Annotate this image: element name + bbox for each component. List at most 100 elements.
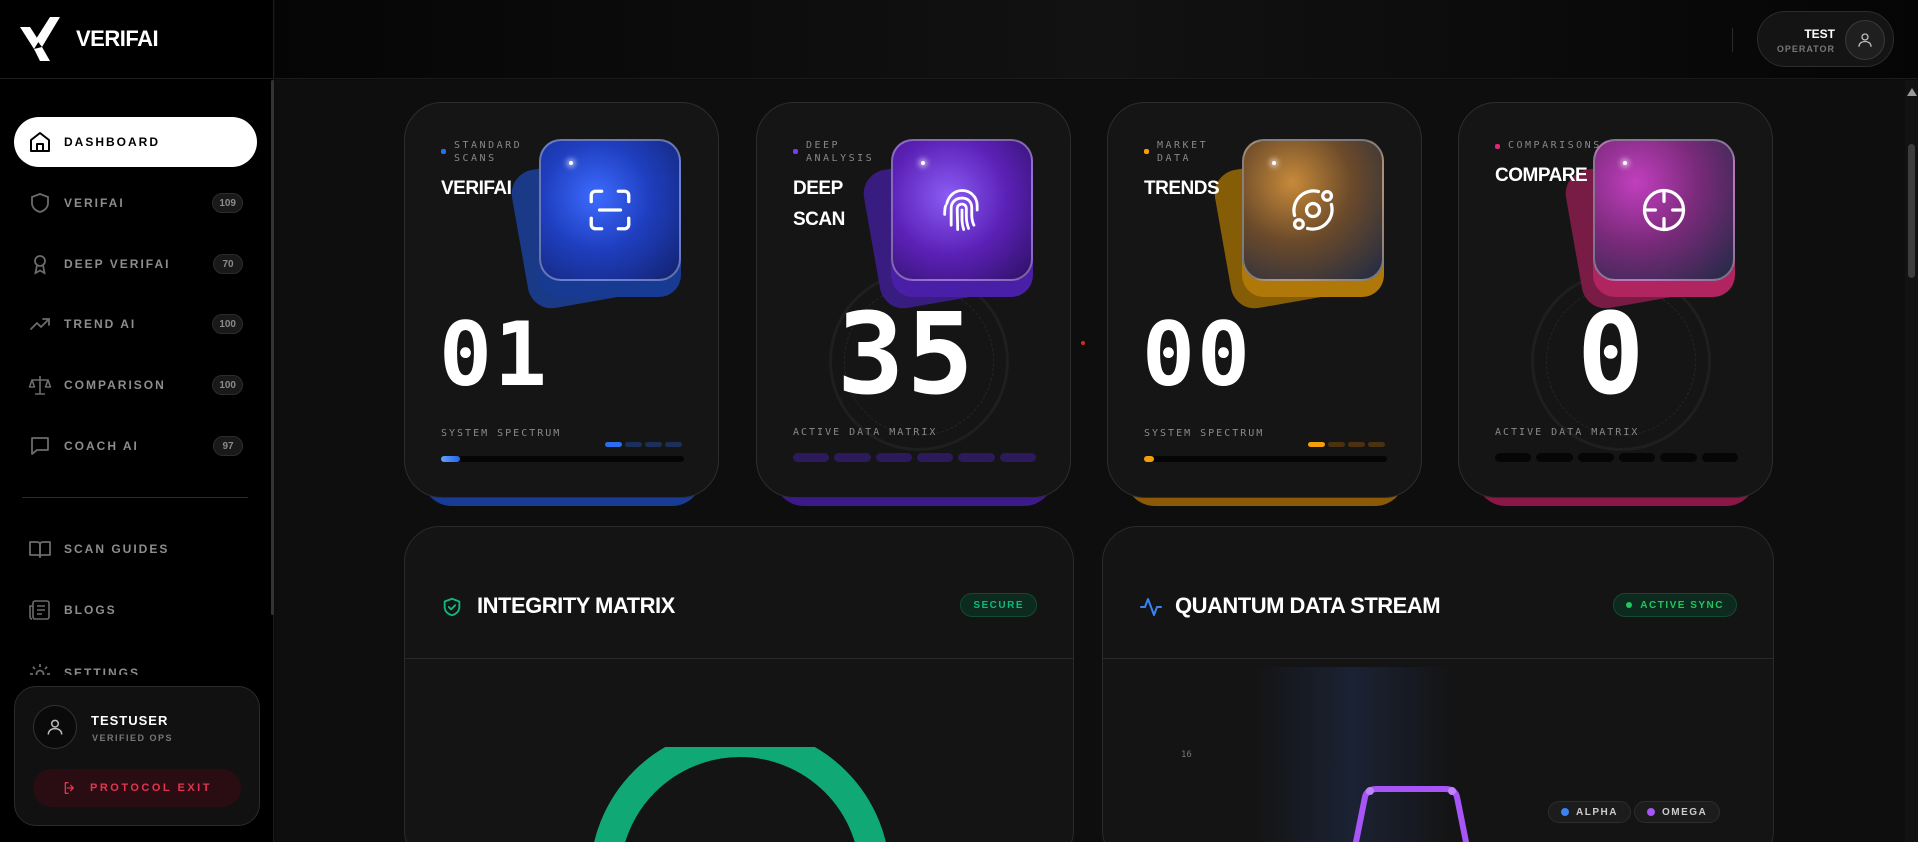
- sidebar-item-label: SCAN GUIDES: [64, 542, 170, 556]
- sidebar-item-trend-ai[interactable]: TREND AI 100: [14, 299, 257, 349]
- card-body: COMPARISONS COMPARE 0 ACTIVE DATA MATRIX: [1458, 102, 1773, 498]
- panel-header: INTEGRITY MATRIX SECURE: [405, 527, 1073, 659]
- shield-icon: [31, 193, 49, 213]
- count-badge: 97: [213, 436, 243, 456]
- omega-point: [1366, 787, 1374, 795]
- stat-title: TRENDS: [1144, 178, 1220, 199]
- book-icon: [29, 541, 51, 558]
- live-dot: [1626, 602, 1633, 608]
- stat-title: VERIFAI: [441, 178, 512, 199]
- legend-label: OMEGA: [1662, 806, 1708, 818]
- scan-frame-icon: [589, 189, 631, 231]
- orbit-icon: [1292, 189, 1334, 231]
- sidebar-item-verifai[interactable]: VERIFAI 109: [14, 178, 257, 228]
- fingerprint-icon: [943, 189, 979, 231]
- scan-tile: [1242, 139, 1384, 281]
- protocol-exit-label: PROTOCOL EXIT: [90, 782, 212, 794]
- sidebar-item-dashboard[interactable]: DASHBOARD: [14, 117, 257, 167]
- newspaper-icon: [29, 600, 50, 620]
- category-dot: [1495, 144, 1500, 149]
- operator-role: OPERATOR: [1776, 44, 1835, 54]
- operator-profile-button[interactable]: TEST OPERATOR: [1757, 11, 1894, 67]
- main-content: STANDARD SCANS VERIFAI 01 SYSTEM SPECTRU…: [275, 80, 1918, 842]
- home-icon: [30, 132, 50, 152]
- status-badge: SECURE: [960, 593, 1037, 617]
- user-card: TESTUSER VERIFIED OPS PROTOCOL EXIT: [14, 686, 260, 826]
- avatar[interactable]: [33, 705, 77, 749]
- topbar: [275, 0, 1918, 79]
- scale-icon: [28, 376, 52, 395]
- quantum-data-stream-panel: QUANTUM DATA STREAM ACTIVE SYNC 16: [1102, 526, 1774, 842]
- sidebar-item-comparison[interactable]: COMPARISON 100: [14, 360, 257, 410]
- stat-category: MARKET DATA: [1157, 140, 1209, 164]
- count-badge: 70: [213, 254, 243, 274]
- progress-fill: [441, 456, 461, 462]
- verifai-logo-icon: [20, 17, 60, 61]
- message-icon: [31, 437, 49, 455]
- sidebar-divider: [22, 497, 248, 498]
- spectrum-progress-bar: [441, 456, 684, 462]
- tile-spark: [1272, 161, 1276, 165]
- stat-card-trends[interactable]: MARKET DATA TRENDS 00 SYSTEM SPECTRUM: [1107, 102, 1422, 506]
- category-dot: [441, 149, 446, 154]
- award-icon: [34, 255, 46, 275]
- operator-name: TEST: [1804, 27, 1835, 41]
- sidebar-item-label: SETTINGS: [64, 666, 141, 675]
- stat-card-verifai[interactable]: STANDARD SCANS VERIFAI 01 SYSTEM SPECTRU…: [404, 102, 719, 506]
- sidebar-item-label: TREND AI: [64, 317, 137, 331]
- scrollbar-thumb[interactable]: [1908, 144, 1915, 278]
- count-badge: 100: [212, 375, 243, 395]
- legend-swatch: [1561, 808, 1569, 816]
- legend-item-alpha[interactable]: ALPHA: [1548, 801, 1631, 823]
- crosshair-icon: [1642, 188, 1686, 232]
- user-name: TESTUSER: [91, 713, 169, 728]
- card-body: STANDARD SCANS VERIFAI 01 SYSTEM SPECTRU…: [404, 102, 719, 498]
- sidebar-item-settings[interactable]: SETTINGS: [14, 645, 257, 675]
- status-dot: [1081, 341, 1085, 345]
- main-scrollbar[interactable]: [1905, 80, 1918, 842]
- stat-footer: SYSTEM SPECTRUM: [1144, 428, 1265, 439]
- legend-label: ALPHA: [1576, 806, 1618, 818]
- integrity-gauge: [594, 747, 886, 842]
- stat-footer: ACTIVE DATA MATRIX: [793, 427, 938, 438]
- card-body: MARKET DATA TRENDS 00 SYSTEM SPECTRUM: [1107, 102, 1422, 498]
- activity-icon: [1140, 598, 1162, 616]
- sidebar-scrollbar[interactable]: [271, 80, 274, 615]
- tile-spark: [569, 161, 573, 165]
- brand[interactable]: VERIFAI: [0, 0, 273, 79]
- sidebar-item-label: VERIFAI: [64, 196, 125, 210]
- stat-footer: ACTIVE DATA MATRIX: [1495, 427, 1640, 438]
- user-icon: [47, 719, 63, 735]
- omega-point: [1448, 787, 1456, 795]
- protocol-exit-button[interactable]: PROTOCOL EXIT: [33, 769, 241, 807]
- legend-item-omega[interactable]: OMEGA: [1634, 801, 1721, 823]
- legend-swatch: [1647, 808, 1655, 816]
- count-badge: 109: [212, 193, 243, 213]
- sidebar-item-blogs[interactable]: BLOGS: [14, 585, 257, 635]
- stat-card-deep-scan[interactable]: DEEP ANALYSIS DEEP SCAN 35 ACTIVE DATA M…: [756, 102, 1071, 506]
- shield-check-icon: [443, 597, 461, 617]
- spectrum-indicator: [605, 442, 682, 447]
- stat-value: 35: [837, 290, 976, 420]
- stat-category: COMPARISONS: [1508, 140, 1602, 151]
- sidebar-item-scan-guides[interactable]: SCAN GUIDES: [14, 524, 257, 574]
- stat-footer: SYSTEM SPECTRUM: [441, 428, 562, 439]
- topbar-divider: [1732, 28, 1733, 52]
- omega-series-line: [1352, 786, 1470, 842]
- tile-spark: [921, 161, 925, 165]
- gear-icon: [30, 664, 50, 675]
- scan-tile: [891, 139, 1033, 281]
- stat-card-compare[interactable]: COMPARISONS COMPARE 0 ACTIVE DATA MATRIX: [1458, 102, 1773, 506]
- sidebar: VERIFAI DASHBOARD VERIFAI 109 DEEP VERIF…: [0, 0, 274, 842]
- status-badge: ACTIVE SYNC: [1613, 593, 1737, 617]
- sidebar-item-coach-ai[interactable]: COACH AI 97: [14, 421, 257, 471]
- scan-tile: [1593, 139, 1735, 281]
- count-badge: 100: [212, 314, 243, 334]
- sidebar-item-deep-verifai[interactable]: DEEP VERIFAI 70: [14, 239, 257, 289]
- trending-up-icon: [30, 318, 50, 330]
- sidebar-item-label: COACH AI: [64, 439, 139, 453]
- stat-category: STANDARD SCANS: [454, 140, 523, 164]
- brand-name: VERIFAI: [76, 26, 159, 51]
- user-icon: [1858, 33, 1872, 47]
- scroll-up-icon[interactable]: [1907, 88, 1917, 96]
